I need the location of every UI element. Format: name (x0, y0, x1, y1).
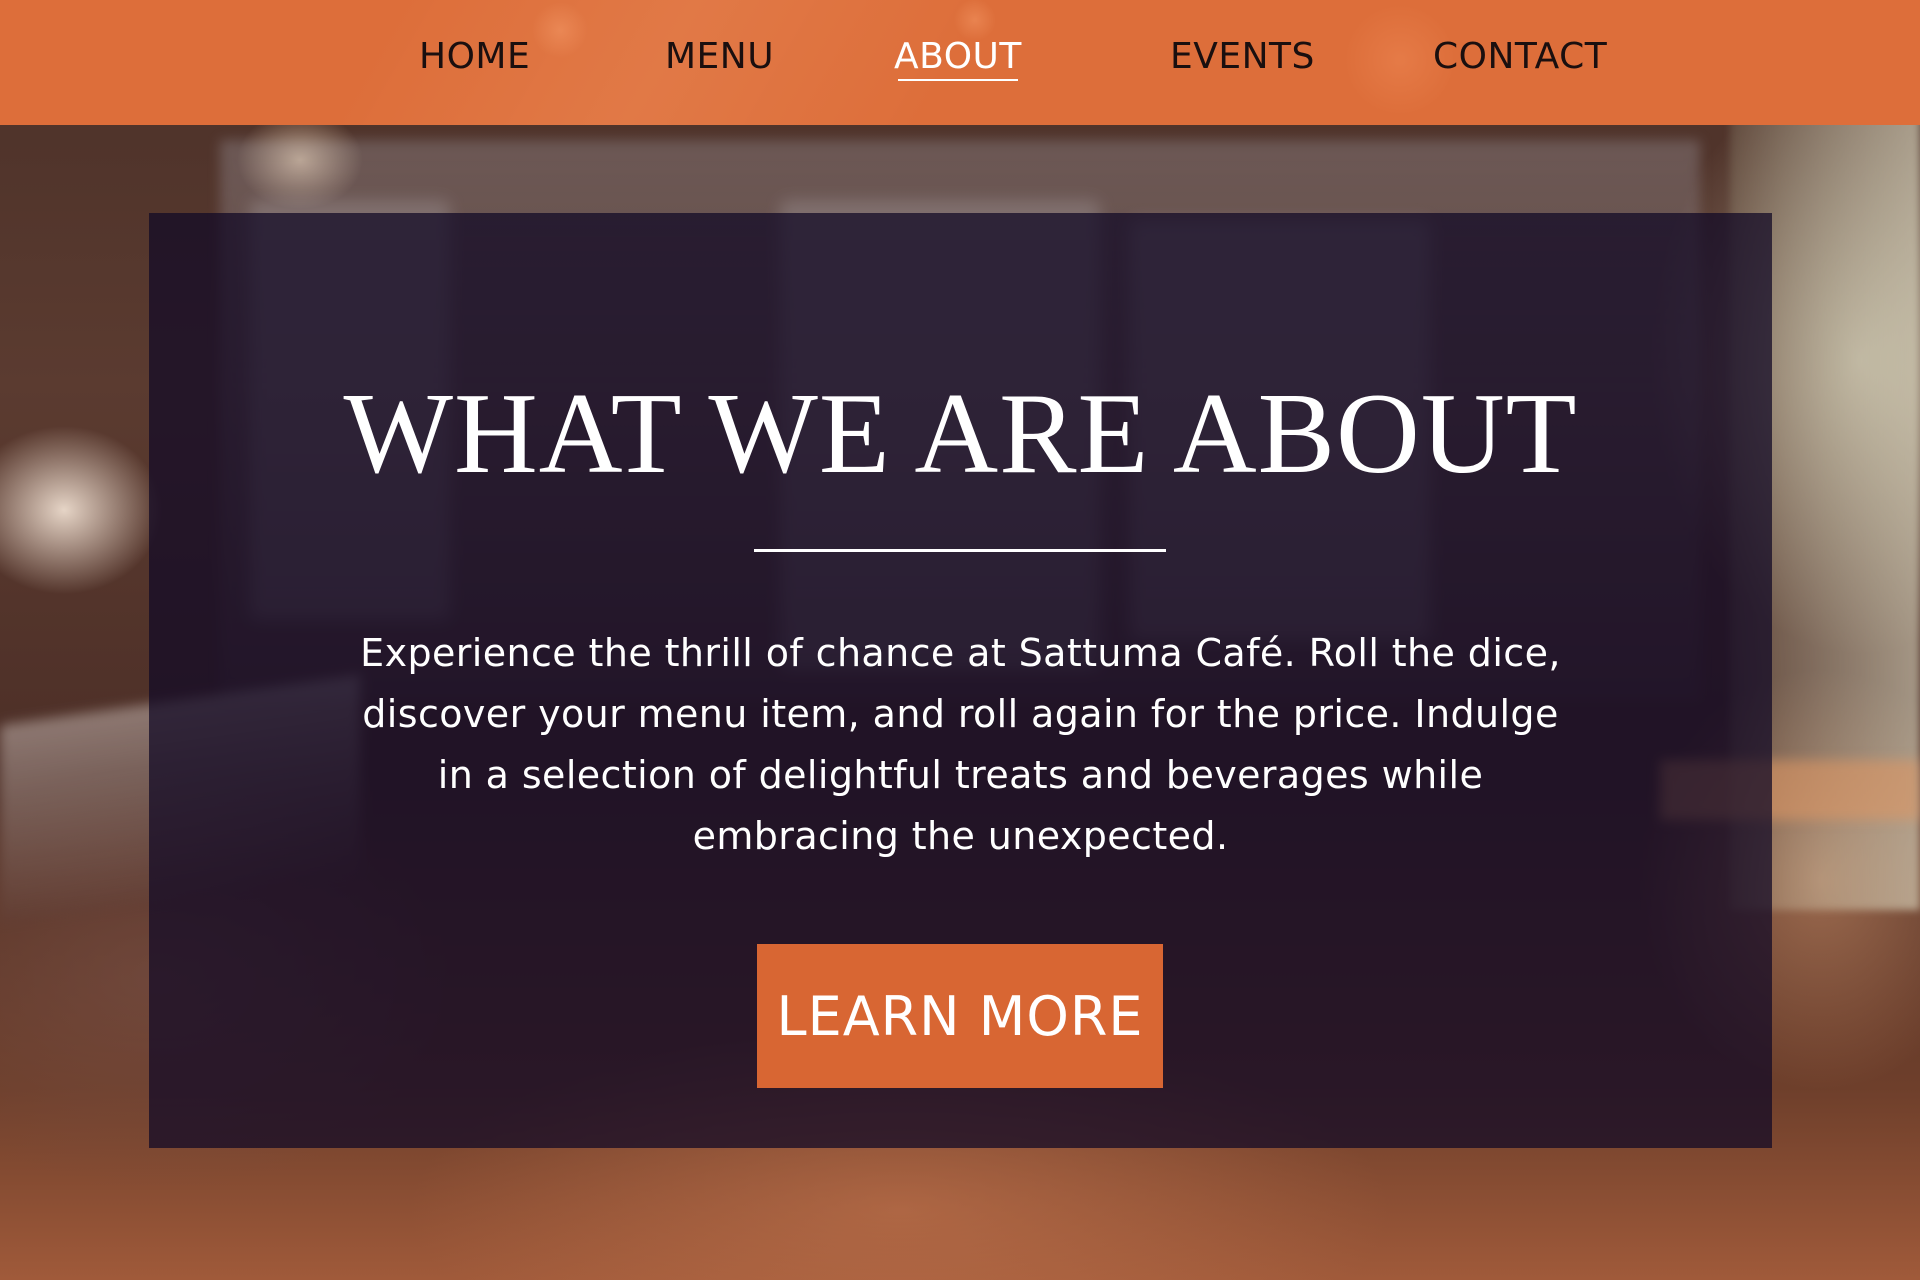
active-nav-underline (898, 79, 1018, 81)
nav-item-label: MENU (665, 36, 775, 77)
nav-item-label: ABOUT (894, 36, 1022, 77)
nav-item-contact[interactable]: CONTACT (1433, 36, 1607, 77)
about-hero-panel: WHAT WE ARE ABOUT Experience the thrill … (149, 213, 1772, 1148)
hero-title: WHAT WE ARE ABOUT (343, 370, 1578, 498)
learn-more-button[interactable]: LEARN MORE (757, 944, 1163, 1088)
nav-item-menu[interactable]: MENU (665, 36, 774, 77)
hero-description: Experience the thrill of chance at Sattu… (360, 631, 1561, 858)
top-navigation-bar: HOME MENU ABOUT EVENTS CONTACT (0, 0, 1920, 125)
nav-item-events[interactable]: EVENTS (1170, 36, 1315, 77)
nav-item-label: CONTACT (1433, 36, 1608, 77)
nav-item-about[interactable]: ABOUT (894, 36, 1022, 81)
nav-item-label: HOME (419, 36, 531, 77)
nav-menu: HOME MENU ABOUT EVENTS CONTACT (0, 0, 1920, 118)
title-divider (754, 549, 1166, 552)
nav-item-label: EVENTS (1170, 36, 1315, 77)
nav-item-home[interactable]: HOME (419, 36, 530, 77)
